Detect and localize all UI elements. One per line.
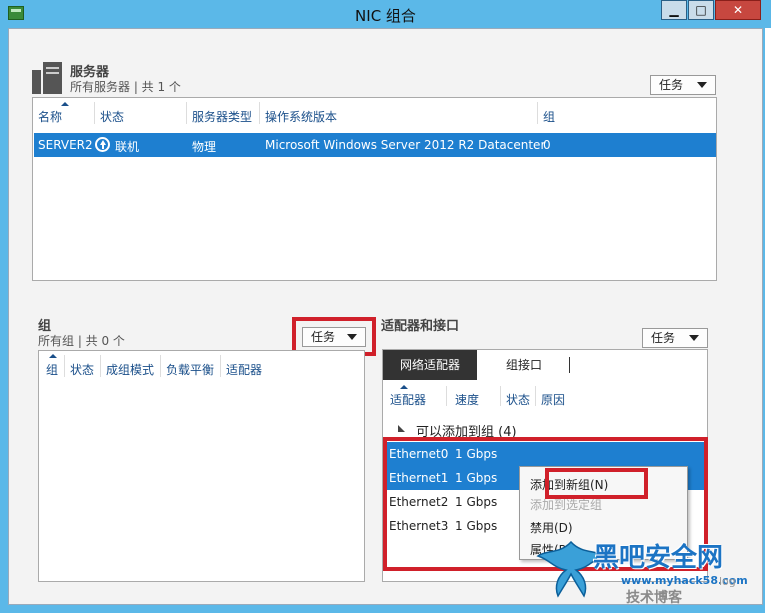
highlight-add-to-new-team (545, 468, 648, 499)
col-header-adapter[interactable]: 适配器 (390, 391, 426, 408)
column-divider (535, 386, 536, 406)
adapters-tasks-button[interactable]: 任务 (642, 328, 708, 348)
server-group-count: 0 (543, 138, 551, 152)
close-button[interactable]: ✕ (715, 0, 761, 20)
online-status-icon (95, 137, 110, 152)
teams-subtitle: 所有组 | 共 0 个 (38, 334, 125, 348)
servers-tasks-button[interactable]: 任务 (650, 75, 716, 95)
col-header-name[interactable]: 名称 (38, 108, 62, 125)
column-divider (220, 355, 221, 377)
chevron-down-icon (697, 82, 707, 88)
col-header-load-balancing[interactable]: 负载平衡 (166, 361, 214, 378)
column-divider (94, 102, 95, 124)
title-bar: NIC 组合 ▁ □ ✕ (0, 0, 771, 28)
servers-panel: 名称 状态 服务器类型 操作系统版本 组 SERVER2 联机 物理 Micro… (32, 97, 717, 281)
column-divider (446, 386, 447, 406)
column-divider (259, 102, 260, 124)
teams-panel: 组 状态 成组模式 负载平衡 适配器 (38, 350, 365, 582)
column-divider (64, 355, 65, 377)
server-icon (32, 62, 62, 94)
col-header-team[interactable]: 组 (46, 361, 58, 378)
minimize-button[interactable]: ▁ (661, 0, 687, 20)
sort-ascending-icon (400, 385, 408, 389)
table-row[interactable]: SERVER2 联机 物理 Microsoft Windows Server 2… (34, 133, 716, 157)
adapters-title: 适配器和接口 (381, 319, 460, 334)
column-divider (160, 355, 161, 377)
collapse-triangle-icon[interactable] (398, 425, 405, 432)
col-header-status[interactable]: 状态 (100, 108, 124, 125)
sort-ascending-icon (49, 354, 57, 358)
background-window-strip (765, 28, 771, 613)
column-divider (500, 386, 501, 406)
servers-tasks-label: 任务 (659, 78, 684, 92)
chevron-down-icon (689, 335, 699, 341)
column-divider (186, 102, 187, 124)
server-name: SERVER2 (38, 138, 93, 152)
maximize-button[interactable]: □ (688, 0, 714, 20)
adapters-tasks-label: 任务 (651, 331, 676, 345)
servers-subtitle: 所有服务器 | 共 1 个 (70, 80, 181, 94)
col-header-speed[interactable]: 速度 (455, 391, 479, 408)
col-header-server-type[interactable]: 服务器类型 (192, 108, 252, 125)
watermark-suffix: log (719, 575, 736, 588)
column-divider (100, 355, 101, 377)
window-title: NIC 组合 (355, 7, 416, 25)
server-os: Microsoft Windows Server 2012 R2 Datacen… (265, 138, 546, 152)
server-status: 联机 (115, 140, 140, 154)
watermark-brand: 黑吧安全网 (593, 543, 724, 573)
col-header-reason[interactable]: 原因 (541, 391, 565, 408)
column-divider (537, 102, 538, 124)
col-header-teaming-mode[interactable]: 成组模式 (106, 361, 154, 378)
col-header-status[interactable]: 状态 (70, 361, 94, 378)
col-header-adapters[interactable]: 适配器 (226, 361, 262, 378)
window-client: 服务器 所有服务器 | 共 1 个 任务 名称 状态 服务器类型 操作系统版本 … (8, 28, 763, 606)
col-header-group[interactable]: 组 (543, 108, 555, 125)
sort-ascending-icon (61, 102, 69, 106)
tab-divider (569, 357, 570, 373)
col-header-os-version[interactable]: 操作系统版本 (265, 108, 337, 125)
server-type: 物理 (192, 140, 217, 154)
col-header-status[interactable]: 状态 (506, 391, 530, 408)
tab-team-interfaces[interactable]: 组接口 (483, 350, 565, 380)
tab-network-adapters[interactable]: 网络适配器 (383, 350, 477, 380)
watermark-tag: 技术博客 (626, 590, 682, 606)
